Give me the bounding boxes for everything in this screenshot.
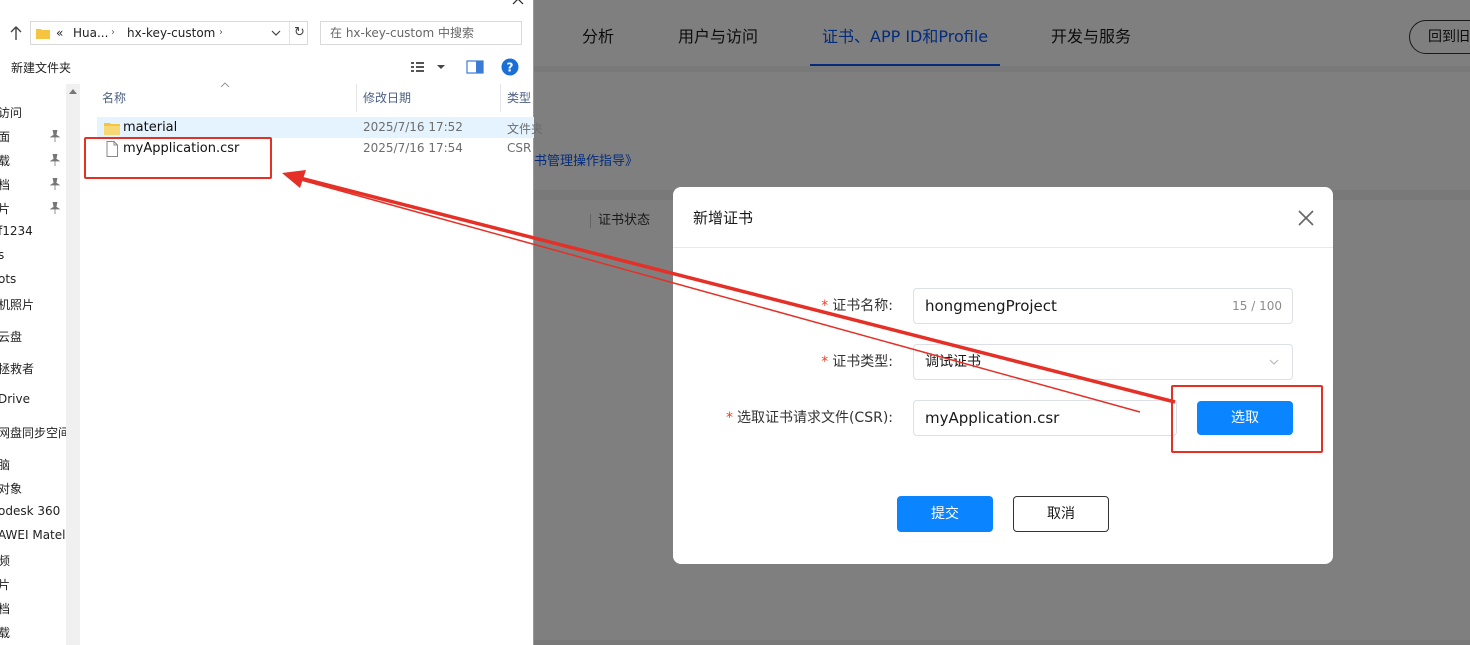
- nav-item[interactable]: ots: [0, 272, 16, 286]
- address-bar[interactable]: « Hua... › hx-key-custom › ↻: [30, 21, 308, 45]
- close-icon[interactable]: [510, 0, 526, 8]
- nav-item[interactable]: 档: [0, 176, 10, 193]
- add-certificate-dialog: 新增证书 * 证书名称: hongmengProject 15 / 100 * 证书…: [673, 187, 1333, 564]
- file-name: material: [123, 120, 178, 135]
- nav-item[interactable]: 片: [0, 200, 10, 217]
- sort-ascending-icon: [220, 82, 230, 88]
- column-header-name[interactable]: 名称: [102, 84, 126, 112]
- csr-file-input[interactable]: myApplication.csr: [913, 400, 1177, 436]
- new-folder-button[interactable]: 新建文件夹: [11, 59, 71, 76]
- chevron-right-icon: ›: [219, 27, 223, 38]
- char-counter: 15 / 100: [1232, 299, 1282, 313]
- nav-item[interactable]: 档: [0, 600, 10, 617]
- search-input[interactable]: 在 hx-key-custom 中搜索: [320, 21, 522, 45]
- nav-item[interactable]: 拯救者: [0, 360, 34, 377]
- column-header-type[interactable]: 类型: [507, 84, 531, 112]
- cert-name-value: hongmengProject: [925, 297, 1057, 315]
- nav-item[interactable]: f1234: [0, 224, 33, 238]
- csr-file-value: myApplication.csr: [925, 409, 1060, 427]
- chevron-down-icon: [1269, 359, 1279, 365]
- chevron-down-icon[interactable]: [271, 28, 281, 38]
- file-explorer-window: « Hua... › hx-key-custom › ↻ 在 hx-key-cu…: [0, 0, 543, 645]
- column-divider[interactable]: [500, 84, 501, 112]
- nav-item[interactable]: odesk 360: [0, 504, 60, 518]
- highlight-csr-file: [84, 137, 272, 179]
- navigation-pane: 访问 面 载 档 片 f1234 s ots 机照片 云盘 拯救者 Drive …: [0, 84, 70, 645]
- pin-icon: [50, 178, 60, 190]
- preview-pane-icon[interactable]: [466, 60, 484, 74]
- view-options-icon[interactable]: [410, 60, 446, 74]
- breadcrumb-overflow[interactable]: «: [56, 26, 63, 40]
- nav-item[interactable]: 载: [0, 624, 10, 641]
- up-arrow-icon[interactable]: [8, 24, 24, 42]
- file-row[interactable]: material 2025/7/16 17:52 文件夹: [97, 117, 543, 138]
- scroll-up-icon[interactable]: [69, 88, 77, 94]
- pin-icon: [50, 202, 60, 214]
- folder-icon: [104, 123, 120, 135]
- nav-item[interactable]: 机照片: [0, 296, 34, 313]
- svg-text:?: ?: [507, 61, 514, 75]
- required-mark: *: [725, 410, 733, 426]
- folder-icon: [36, 29, 50, 39]
- nav-item[interactable]: 片: [0, 576, 10, 593]
- nav-item[interactable]: 频: [0, 552, 10, 569]
- file-modified: 2025/7/16 17:54: [363, 141, 463, 155]
- nav-item[interactable]: 云盘: [0, 328, 22, 345]
- cert-type-label: * 证书类型:: [821, 354, 893, 370]
- csr-file-label: * 选取证书请求文件(CSR):: [725, 410, 893, 426]
- cert-name-input[interactable]: hongmengProject 15 / 100: [913, 288, 1293, 324]
- cancel-button[interactable]: 取消: [1013, 496, 1109, 532]
- help-icon[interactable]: ?: [501, 58, 519, 76]
- file-modified: 2025/7/16 17:52: [363, 120, 463, 134]
- nav-item[interactable]: Drive: [0, 392, 30, 406]
- cert-name-label: * 证书名称:: [821, 298, 893, 314]
- submit-button[interactable]: 提交: [897, 496, 993, 532]
- breadcrumb-item[interactable]: hx-key-custom: [127, 26, 215, 40]
- pin-icon: [50, 154, 60, 166]
- dialog-title: 新增证书: [693, 209, 754, 227]
- chevron-right-icon: ›: [111, 27, 115, 38]
- nav-item[interactable]: 网盘同步空间: [0, 424, 70, 441]
- cert-type-select[interactable]: 调试证书: [913, 344, 1293, 380]
- nav-item[interactable]: 对象: [0, 480, 22, 497]
- column-divider[interactable]: [356, 84, 357, 112]
- nav-item[interactable]: 载: [0, 152, 10, 169]
- highlight-select-button: [1171, 385, 1323, 453]
- nav-scrollbar[interactable]: [66, 84, 80, 645]
- required-mark: *: [821, 298, 829, 314]
- pin-icon: [50, 130, 60, 142]
- column-header-modified[interactable]: 修改日期: [363, 84, 411, 112]
- file-type: CSR: [507, 141, 532, 155]
- nav-item[interactable]: 面: [0, 128, 10, 145]
- breadcrumb-item[interactable]: Hua...: [73, 26, 108, 40]
- refresh-icon[interactable]: ↻: [289, 22, 309, 44]
- close-icon[interactable]: [1297, 209, 1315, 227]
- nav-item[interactable]: 访问: [0, 104, 22, 121]
- required-mark: *: [821, 354, 829, 370]
- nav-item[interactable]: AWEI Matel: [0, 528, 65, 542]
- dialog-divider: [673, 247, 1333, 248]
- nav-item[interactable]: s: [0, 248, 4, 262]
- cert-type-value: 调试证书: [925, 354, 981, 370]
- nav-item[interactable]: 脑: [0, 456, 10, 473]
- file-type: 文件夹: [507, 122, 544, 136]
